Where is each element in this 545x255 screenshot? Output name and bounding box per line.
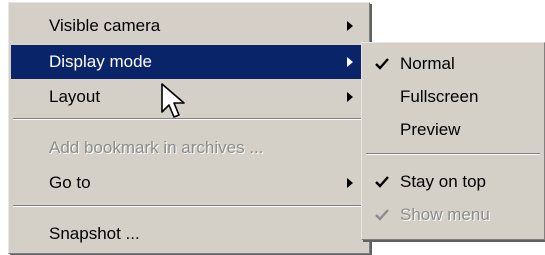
checkmark-icon (375, 209, 389, 221)
submenu-item-preview[interactable]: Preview (364, 113, 542, 147)
checkmark-icon (375, 58, 389, 70)
menu-item-label: Add bookmark in archives ... (49, 138, 264, 157)
menu-item-label: Visible camera (49, 16, 161, 35)
menu-item-label: Go to (49, 173, 91, 192)
submenu-item-label: Preview (400, 120, 461, 139)
menu-item-label: Layout (49, 87, 101, 106)
submenu-item-label: Normal (400, 54, 455, 73)
menu-item-go-to[interactable]: Go to (11, 166, 367, 200)
submenu-item-show-menu: Show menu (364, 198, 542, 232)
menu-item-add-bookmark: Add bookmark in archives ... (11, 131, 367, 165)
display-mode-submenu: Normal Fullscreen Preview Stay on top Sh… (361, 42, 545, 240)
menu-item-display-mode[interactable]: Display mode (11, 45, 367, 79)
mouse-pointer-icon (161, 83, 185, 118)
submenu-item-stay-on-top[interactable]: Stay on top (364, 165, 542, 199)
menu-item-label: Snapshot ... (49, 224, 140, 243)
submenu-item-fullscreen[interactable]: Fullscreen (364, 80, 542, 114)
context-menu: Visible camera Display mode Layout Add b… (8, 2, 370, 254)
checkmark-icon (375, 176, 389, 188)
submenu-item-label: Stay on top (400, 172, 487, 191)
submenu-arrow-icon (347, 21, 353, 31)
menu-separator (13, 205, 365, 207)
submenu-item-label: Fullscreen (400, 87, 479, 106)
submenu-arrow-icon (347, 57, 353, 67)
submenu-arrow-icon (347, 178, 353, 188)
menu-item-visible-camera[interactable]: Visible camera (11, 9, 367, 43)
menu-item-label: Display mode (49, 52, 152, 71)
submenu-item-label: Show menu (400, 205, 490, 224)
menu-item-snapshot[interactable]: Snapshot ... (11, 217, 367, 251)
menu-separator (366, 153, 540, 155)
submenu-arrow-icon (347, 92, 353, 102)
submenu-item-normal[interactable]: Normal (364, 47, 542, 81)
